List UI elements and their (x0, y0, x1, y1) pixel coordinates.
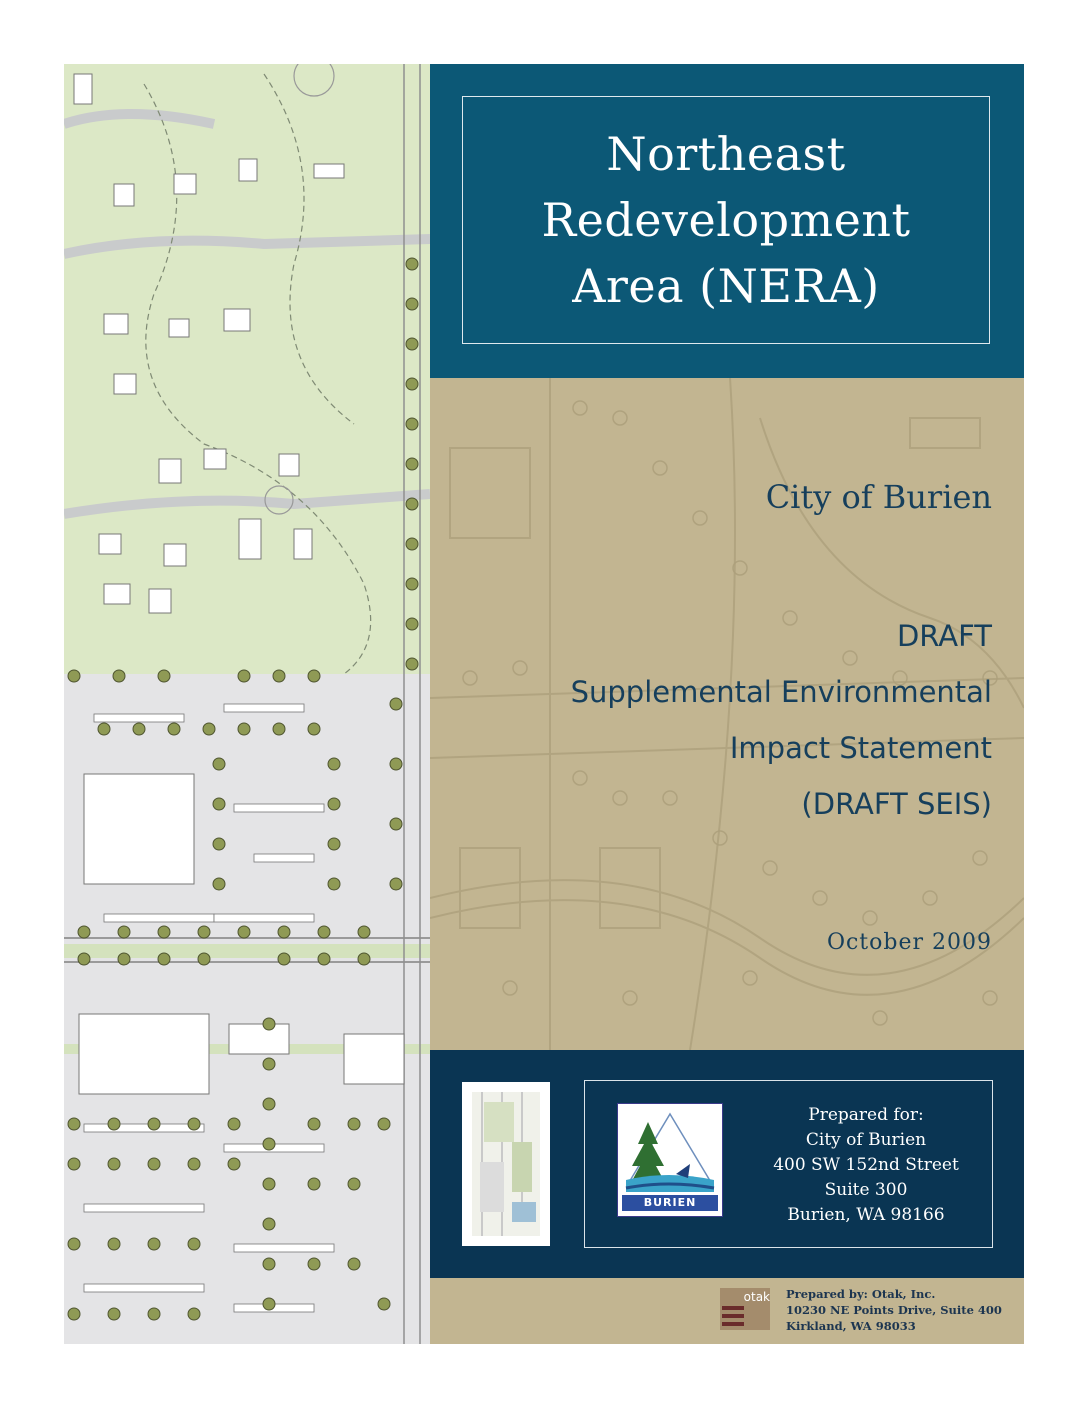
prepared-for-heading: Prepared for: (808, 1105, 924, 1125)
prepared-by-line: Prepared by: Otak, Inc. (786, 1287, 936, 1301)
otak-wordmark: otak (743, 1290, 770, 1304)
site-plan-drawing (64, 64, 430, 1344)
document-type: DRAFT Supplemental Environmental Impact … (571, 608, 992, 832)
prepared-by-line: 10230 NE Points Drive, Suite 400 (786, 1303, 1002, 1317)
prepared-by-line: Kirkland, WA 98033 (786, 1319, 916, 1333)
title-line: Northeast (606, 127, 846, 181)
logo-wordmark: BURIEN (622, 1195, 718, 1211)
document-type-line: (DRAFT SEIS) (801, 787, 992, 821)
document-info-panel: City of Burien DRAFT Supplemental Enviro… (430, 378, 1024, 1050)
prepared-for-line: 400 SW 152nd Street (773, 1155, 959, 1175)
prepared-for-frame: BURIEN Prepared for: City of Burien 400 … (584, 1080, 993, 1248)
title-line: Redevelopment (541, 193, 911, 247)
prepared-for-line: Burien, WA 98166 (787, 1205, 945, 1225)
prepared-for-text: Prepared for: City of Burien 400 SW 152n… (761, 1103, 971, 1228)
site-plan-illustration (64, 64, 430, 1344)
document-title: Northeast Redevelopment Area (NERA) (541, 121, 910, 319)
title-frame: Northeast Redevelopment Area (NERA) (462, 96, 990, 344)
publication-date: October 2009 (826, 930, 992, 955)
prepared-for-line: Suite 300 (824, 1180, 908, 1200)
client-name: City of Burien (765, 478, 992, 516)
document-type-line: Impact Statement (729, 731, 992, 765)
title-band: Northeast Redevelopment Area (NERA) (430, 64, 1024, 378)
prepared-by-footer: otak Prepared by: Otak, Inc. 10230 NE Po… (430, 1278, 1024, 1344)
prepared-by-text: Prepared by: Otak, Inc. 10230 NE Points … (786, 1286, 1002, 1334)
document-type-line: DRAFT (896, 619, 992, 653)
document-type-line: Supplemental Environmental (570, 675, 992, 709)
burien-logo: BURIEN (617, 1103, 723, 1217)
cover-page: Northeast Redevelopment Area (NERA) City… (64, 64, 1024, 1344)
site-plan-thumbnail (462, 1082, 550, 1246)
prepared-for-line: City of Burien (805, 1130, 927, 1150)
otak-logo: otak (720, 1288, 770, 1330)
prepared-for-band: BURIEN Prepared for: City of Burien 400 … (430, 1050, 1024, 1278)
title-line: Area (NERA) (572, 259, 880, 313)
